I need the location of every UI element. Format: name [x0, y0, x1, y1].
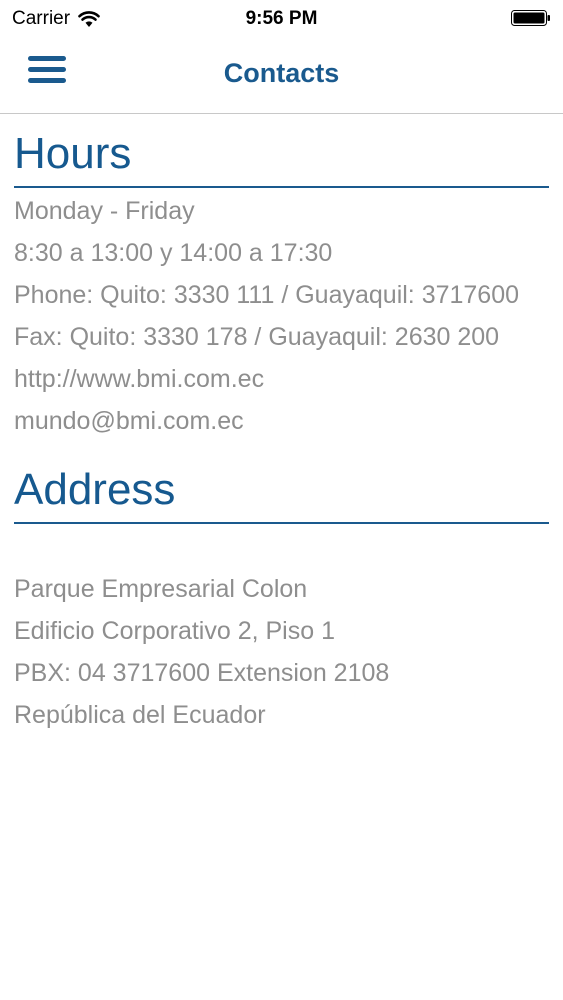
hours-times: 8:30 a 13:00 y 14:00 a 17:30 — [14, 239, 333, 267]
address-line-1: Parque Empresarial Colon — [14, 575, 308, 603]
address-heading: Address — [14, 450, 549, 524]
address-list: Parque Empresarial Colon Edificio Corpor… — [14, 524, 549, 736]
address-pbx[interactable]: PBX: 04 3717600 Extension 2108 — [14, 652, 549, 694]
hours-days: Monday - Friday — [14, 197, 195, 225]
website-link[interactable]: http://www.bmi.com.ec — [14, 358, 549, 400]
address-line-2: Edificio Corporativo 2, Piso 1 — [14, 617, 335, 645]
battery-icon — [511, 10, 550, 26]
status-time: 9:56 PM — [245, 8, 318, 29]
phone-numbers[interactable]: Phone: Quito: 3330 111 / Guayaquil: 3717… — [14, 274, 549, 316]
contacts-content: Hours Monday - Friday 8:30 a 13:00 y 14:… — [14, 114, 549, 736]
fax-numbers: Fax: Quito: 3330 178 / Guayaquil: 2630 2… — [14, 323, 500, 351]
navigation-bar: Contacts — [0, 36, 563, 114]
address-country: República del Ecuador — [14, 701, 266, 729]
hours-heading: Hours — [14, 114, 549, 188]
email-link[interactable]: mundo@bmi.com.ec — [14, 400, 549, 442]
page-title: Contacts — [223, 58, 340, 88]
hours-list: Monday - Friday 8:30 a 13:00 y 14:00 a 1… — [14, 188, 549, 450]
status-bar: Carrier 9:56 PM — [0, 0, 563, 36]
